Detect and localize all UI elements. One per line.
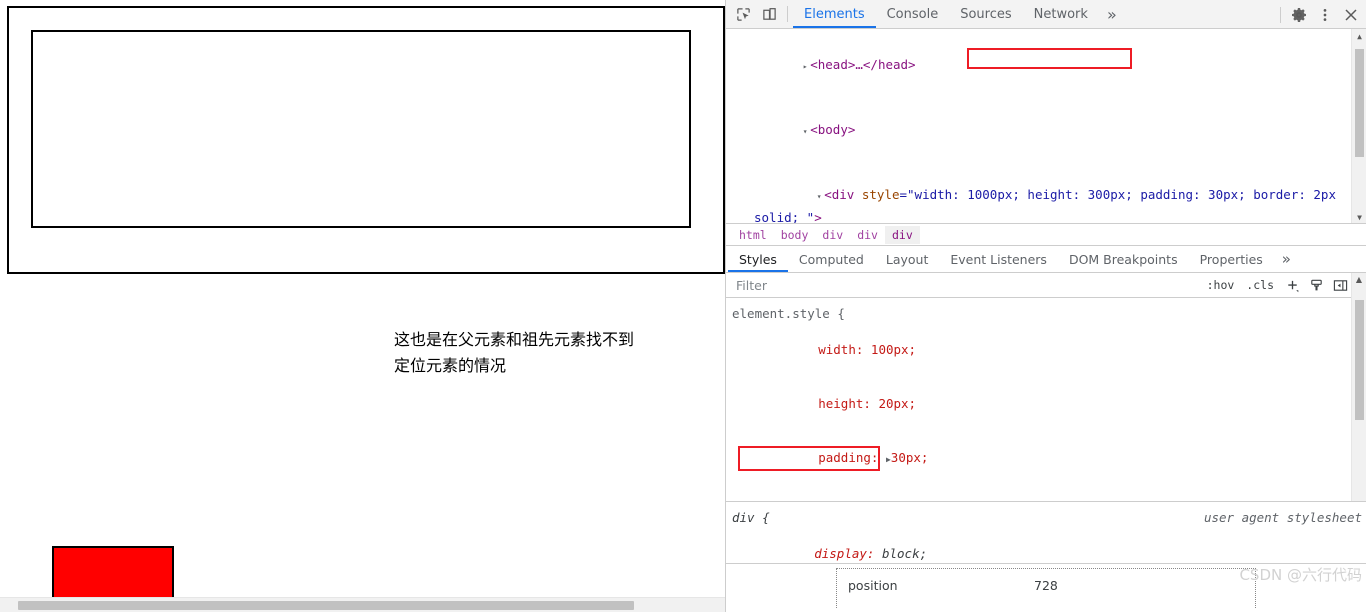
tab-properties[interactable]: Properties (1189, 246, 1274, 272)
ua-stylesheet-origin-label: user agent stylesheet (1203, 510, 1362, 525)
tab-sources[interactable]: Sources (949, 0, 1022, 28)
csdn-watermark: CSDN @六行代码 (1239, 566, 1362, 584)
device-toolbar-icon[interactable] (756, 1, 782, 27)
page-horizontal-scrollbar-thumb[interactable] (18, 601, 634, 610)
dom-tree-scrollbar-thumb[interactable] (1355, 49, 1364, 157)
screenshot-root: 这也是在父元素和祖先元素找不到 定位元素的情况 Elements Console… (0, 0, 1366, 612)
tab-computed[interactable]: Computed (788, 246, 875, 272)
breadcrumb-item-div-3[interactable]: div (884, 225, 920, 244)
style-property-value: 20px; (878, 396, 917, 411)
dom-node-outer-div[interactable]: ▾ <div style="width: 1000px; height: 300p… (726, 163, 1366, 224)
style-property-value: 100px; (870, 342, 917, 357)
dom-tree[interactable]: ▸ <head>…</head> ▾ <body> ▾ <div style="wid… (726, 29, 1366, 224)
breadcrumb-item-div-2[interactable]: div (850, 226, 885, 244)
dom-tree-vertical-scrollbar[interactable]: ▲ ▼ (1351, 29, 1366, 223)
styles-scroll-up-arrow-icon[interactable]: ▲ (1351, 273, 1366, 298)
dom-attr-name: style (861, 187, 900, 202)
dom-tag-open: <div (824, 187, 862, 202)
style-property-name: padding (818, 450, 871, 465)
more-panes-chevron-icon[interactable]: » (1274, 246, 1299, 272)
breadcrumb-item-body[interactable]: body (774, 226, 816, 244)
dom-node-head[interactable]: ▸ <head>…</head> (726, 33, 1366, 98)
red-absolute-positioned-div (52, 546, 174, 600)
dom-tag-close-bracket: > (814, 210, 822, 224)
tab-dom-breakpoints[interactable]: DOM Breakpoints (1058, 246, 1189, 272)
styles-vertical-scrollbar[interactable] (1351, 298, 1366, 501)
styles-scrollbar-thumb[interactable] (1355, 300, 1364, 420)
paint-bucket-icon[interactable] (1304, 274, 1328, 297)
box-model-property-value: 728 (1034, 578, 1058, 593)
tab-event-listeners[interactable]: Event Listeners (939, 246, 1058, 272)
dom-node-body-text: <body> (810, 122, 856, 137)
outer-container-div (7, 6, 725, 274)
expand-triangle-icon[interactable]: ▾ (814, 186, 824, 207)
box-model-property-label: position (848, 578, 898, 593)
scroll-down-arrow-icon[interactable]: ▼ (1352, 210, 1366, 223)
tab-network[interactable]: Network (1023, 0, 1099, 28)
page-annotation-text: 这也是在父元素和祖先元素找不到 定位元素的情况 (394, 327, 694, 379)
style-property-name: height (818, 396, 864, 411)
force-state-hov-button[interactable]: :hov (1201, 278, 1241, 292)
expand-triangle-icon[interactable]: ▸ (800, 56, 810, 77)
kebab-menu-icon[interactable] (1312, 2, 1338, 28)
sidebar-pane-tabs: Styles Computed Layout Event Listeners D… (726, 246, 1366, 273)
style-property-name: width (818, 342, 856, 357)
inner-container-div (31, 30, 691, 228)
close-icon[interactable] (1338, 2, 1364, 28)
dom-node-head-text: <head>…</head> (810, 57, 916, 72)
gear-icon[interactable] (1286, 2, 1312, 28)
style-declaration-border[interactable]: border: ▶2px solid; (732, 487, 1366, 501)
style-property-value: 30px; (890, 450, 929, 465)
user-agent-rule: div { display: block; } user agent style… (726, 502, 1366, 597)
box-model-diagram: position 728 CSDN @六行代码 (726, 564, 1366, 608)
style-declaration-height[interactable]: height: 20px; (732, 377, 1366, 431)
styles-rules-list: element.style { width: 100px; height: 20… (726, 298, 1366, 502)
style-property-value: block; (881, 546, 928, 561)
tab-console[interactable]: Console (876, 0, 950, 28)
more-tabs-chevron-icon[interactable]: » (1099, 0, 1125, 28)
style-declaration-width[interactable]: width: 100px; (732, 323, 1366, 377)
toolbar-right-actions (1275, 0, 1364, 29)
page-annotation-line-2: 定位元素的情况 (394, 356, 507, 375)
devtools-panel: Elements Console Sources Network » ▸ <he… (725, 0, 1366, 612)
toolbar-divider-right (1280, 6, 1281, 23)
tab-elements[interactable]: Elements (793, 0, 876, 28)
breadcrumb-item-div-1[interactable]: div (815, 226, 850, 244)
element-classes-cls-button[interactable]: .cls (1240, 278, 1280, 292)
breadcrumb-item-html[interactable]: html (732, 226, 774, 244)
styles-filter-input[interactable] (726, 273, 1201, 297)
plus-icon[interactable] (1280, 274, 1304, 297)
tab-styles[interactable]: Styles (728, 246, 788, 272)
page-horizontal-scrollbar[interactable] (0, 597, 725, 612)
style-property-name: display (814, 546, 867, 561)
styles-filter-row: :hov .cls (726, 273, 1366, 298)
page-annotation-line-1: 这也是在父元素和祖先元素找不到 (394, 330, 635, 349)
scroll-up-arrow-icon[interactable]: ▲ (1352, 29, 1366, 43)
breadcrumb: html body div div div (726, 224, 1366, 246)
style-declaration-padding[interactable]: padding: ▶30px; (732, 431, 1366, 487)
element-style-selector: element.style { (732, 306, 845, 321)
rendered-web-page: 这也是在父元素和祖先元素找不到 定位元素的情况 (0, 0, 725, 612)
dom-node-body[interactable]: ▾ <body> (726, 98, 1366, 163)
inspect-element-icon[interactable] (730, 1, 756, 27)
tab-layout[interactable]: Layout (875, 246, 940, 272)
devtools-toolbar: Elements Console Sources Network » (726, 0, 1366, 29)
expand-triangle-icon[interactable]: ▾ (800, 121, 810, 142)
toggle-sidebar-icon[interactable] (1328, 274, 1352, 297)
toolbar-divider (787, 6, 788, 22)
